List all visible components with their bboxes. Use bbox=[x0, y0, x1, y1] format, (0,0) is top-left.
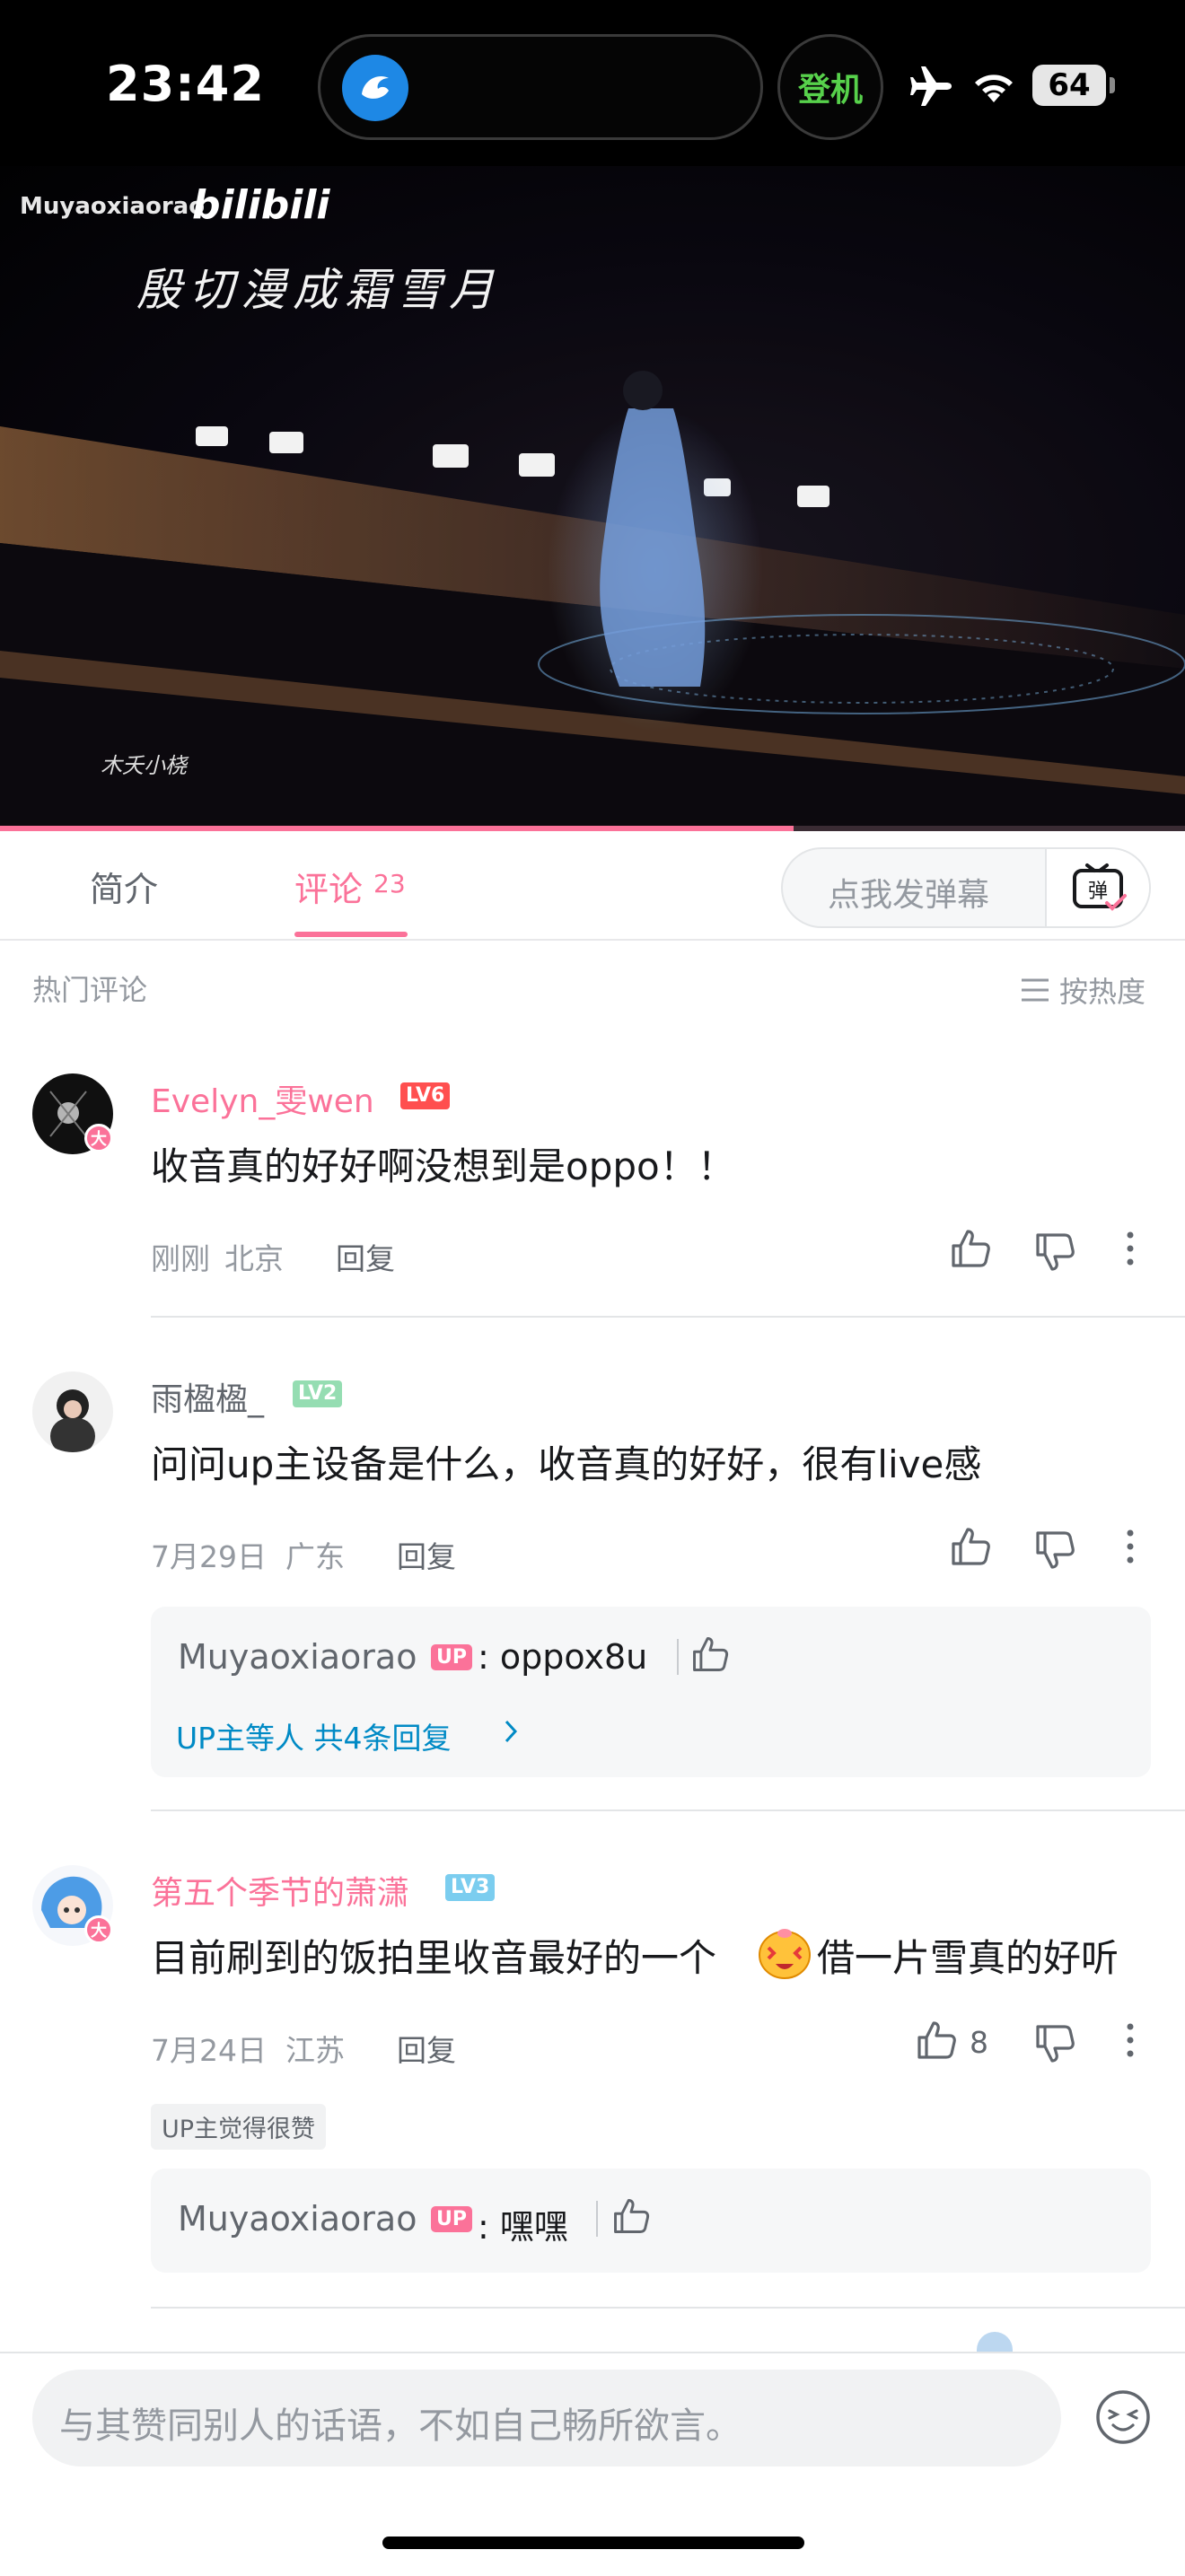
dislike-icon[interactable] bbox=[1032, 1230, 1077, 1275]
comment-divider bbox=[151, 1316, 1185, 1318]
battery-level: 64 bbox=[1048, 67, 1091, 103]
comment-location: 江苏 bbox=[285, 2033, 345, 2068]
comment-time: 7月24日 bbox=[151, 2033, 267, 2068]
excited-face-emoji-icon bbox=[759, 1929, 811, 1979]
reply-username[interactable]: Muyaoxiaorao bbox=[178, 1637, 417, 1677]
reply-divider bbox=[677, 1639, 679, 1675]
up-badge: UP bbox=[431, 1644, 472, 1670]
level-badge: LV6 bbox=[400, 1082, 451, 1109]
video-uploader-watermark: Muyaoxiaorao bbox=[20, 193, 206, 220]
up-liked-tag: UP主觉得很赞 bbox=[151, 2104, 327, 2150]
big-member-badge: 大 bbox=[84, 1124, 113, 1152]
battery-icon: 64 bbox=[1032, 65, 1106, 106]
wifi-icon bbox=[975, 74, 1013, 102]
danmaku-icon: 弹 bbox=[1073, 863, 1127, 911]
comment-divider bbox=[151, 2307, 1185, 2309]
live-activity-pill[interactable]: 登机 bbox=[777, 34, 883, 140]
battery-tip bbox=[1110, 77, 1115, 93]
like-icon[interactable] bbox=[610, 2195, 652, 2237]
like-icon[interactable] bbox=[948, 1524, 993, 1569]
tab-comments[interactable]: 评论 bbox=[294, 862, 363, 911]
comment-username[interactable]: 雨楹楹_ bbox=[151, 1373, 264, 1420]
comment-divider bbox=[151, 1809, 1185, 1811]
tab-comments-count: 23 bbox=[373, 869, 406, 898]
like-count: 8 bbox=[970, 2025, 988, 2060]
reply-username[interactable]: Muyaoxiaorao bbox=[178, 2199, 417, 2239]
like-icon[interactable] bbox=[948, 1226, 993, 1271]
emoji-icon[interactable] bbox=[1093, 2388, 1153, 2447]
reply-text: : 嘿嘿 bbox=[478, 2207, 568, 2247]
comment-username[interactable]: Evelyn_雯wen bbox=[151, 1075, 374, 1122]
sort-label: 按热度 bbox=[1059, 975, 1146, 1009]
signature-watermark: 木夭小桡 bbox=[101, 753, 187, 778]
comment-time: 刚刚 bbox=[151, 1241, 210, 1276]
reply-button[interactable]: 回复 bbox=[397, 1533, 456, 1576]
comment-input-placeholder: 与其赞同别人的话语，不如自己畅所欲言。 bbox=[59, 2405, 742, 2447]
next-avatar-peek bbox=[977, 2332, 1013, 2352]
hot-comments-title: 热门评论 bbox=[32, 973, 148, 1007]
bilibili-logo: bilibili bbox=[192, 182, 330, 228]
level-badge: LV2 bbox=[293, 1380, 343, 1407]
comment-text: 收音真的好好啊没想到是oppo！！ bbox=[151, 1144, 735, 1188]
like-icon[interactable] bbox=[689, 1634, 731, 1675]
reply-button[interactable]: 回复 bbox=[397, 2027, 456, 2070]
like-icon[interactable] bbox=[914, 2018, 959, 2063]
comment-text: 目前刷到的饭拍里收音最好的一个 bbox=[151, 1936, 717, 1980]
sort-icon bbox=[1022, 978, 1049, 1002]
live-activity-label: 登机 bbox=[797, 72, 863, 109]
video-player[interactable]: Muyaoxiaorao bilibili 殷切漫成霜雪月 木夭小桡 bbox=[0, 166, 1185, 830]
dislike-icon[interactable] bbox=[1032, 1528, 1077, 1573]
airplane-icon bbox=[910, 66, 952, 106]
status-time: 23:42 bbox=[106, 56, 265, 112]
more-options-icon[interactable] bbox=[1108, 1524, 1153, 1569]
comment-text-continued: 借一片雪真的好听 bbox=[817, 1936, 1119, 1980]
chevron-right-icon bbox=[505, 1720, 518, 1743]
app-icon bbox=[342, 55, 408, 121]
view-more-replies-link[interactable]: UP主等人 共4条回复 bbox=[176, 1714, 452, 1757]
avatar[interactable] bbox=[32, 1371, 113, 1452]
video-subtitle: 殷切漫成霜雪月 bbox=[136, 264, 501, 316]
comment-location: 北京 bbox=[224, 1241, 284, 1276]
tab-active-indicator bbox=[294, 932, 408, 937]
reply-divider bbox=[596, 2201, 598, 2237]
reply-button[interactable]: 回复 bbox=[336, 1235, 395, 1278]
reply-text: : oppox8u bbox=[478, 1637, 648, 1677]
dynamic-island[interactable] bbox=[318, 34, 763, 140]
comment-username[interactable]: 第五个季节的萧潇 bbox=[151, 1867, 409, 1914]
big-member-badge: 大 bbox=[84, 1915, 113, 1944]
danmaku-glyph: 弹 bbox=[1088, 881, 1108, 903]
danmaku-input[interactable]: 点我发弹幕 弹 bbox=[781, 847, 1151, 928]
dislike-icon[interactable] bbox=[1032, 2021, 1077, 2066]
more-options-icon[interactable] bbox=[1108, 2018, 1153, 2063]
home-indicator bbox=[382, 2537, 804, 2549]
up-badge: UP bbox=[431, 2206, 472, 2232]
more-options-icon[interactable] bbox=[1108, 1226, 1153, 1271]
danmaku-toggle-button[interactable]: 弹 bbox=[1045, 849, 1149, 926]
comment-text: 问问up主设备是什么，收音真的好好，很有live感 bbox=[151, 1442, 982, 1486]
tab-intro[interactable]: 简介 bbox=[90, 862, 158, 911]
comment-location: 广东 bbox=[285, 1539, 345, 1574]
sort-by-hot-button[interactable]: 按热度 bbox=[1020, 969, 1146, 1011]
comment-time: 7月29日 bbox=[151, 1539, 267, 1574]
danmaku-placeholder: 点我发弹幕 bbox=[828, 877, 990, 914]
level-badge: LV3 bbox=[445, 1874, 496, 1901]
